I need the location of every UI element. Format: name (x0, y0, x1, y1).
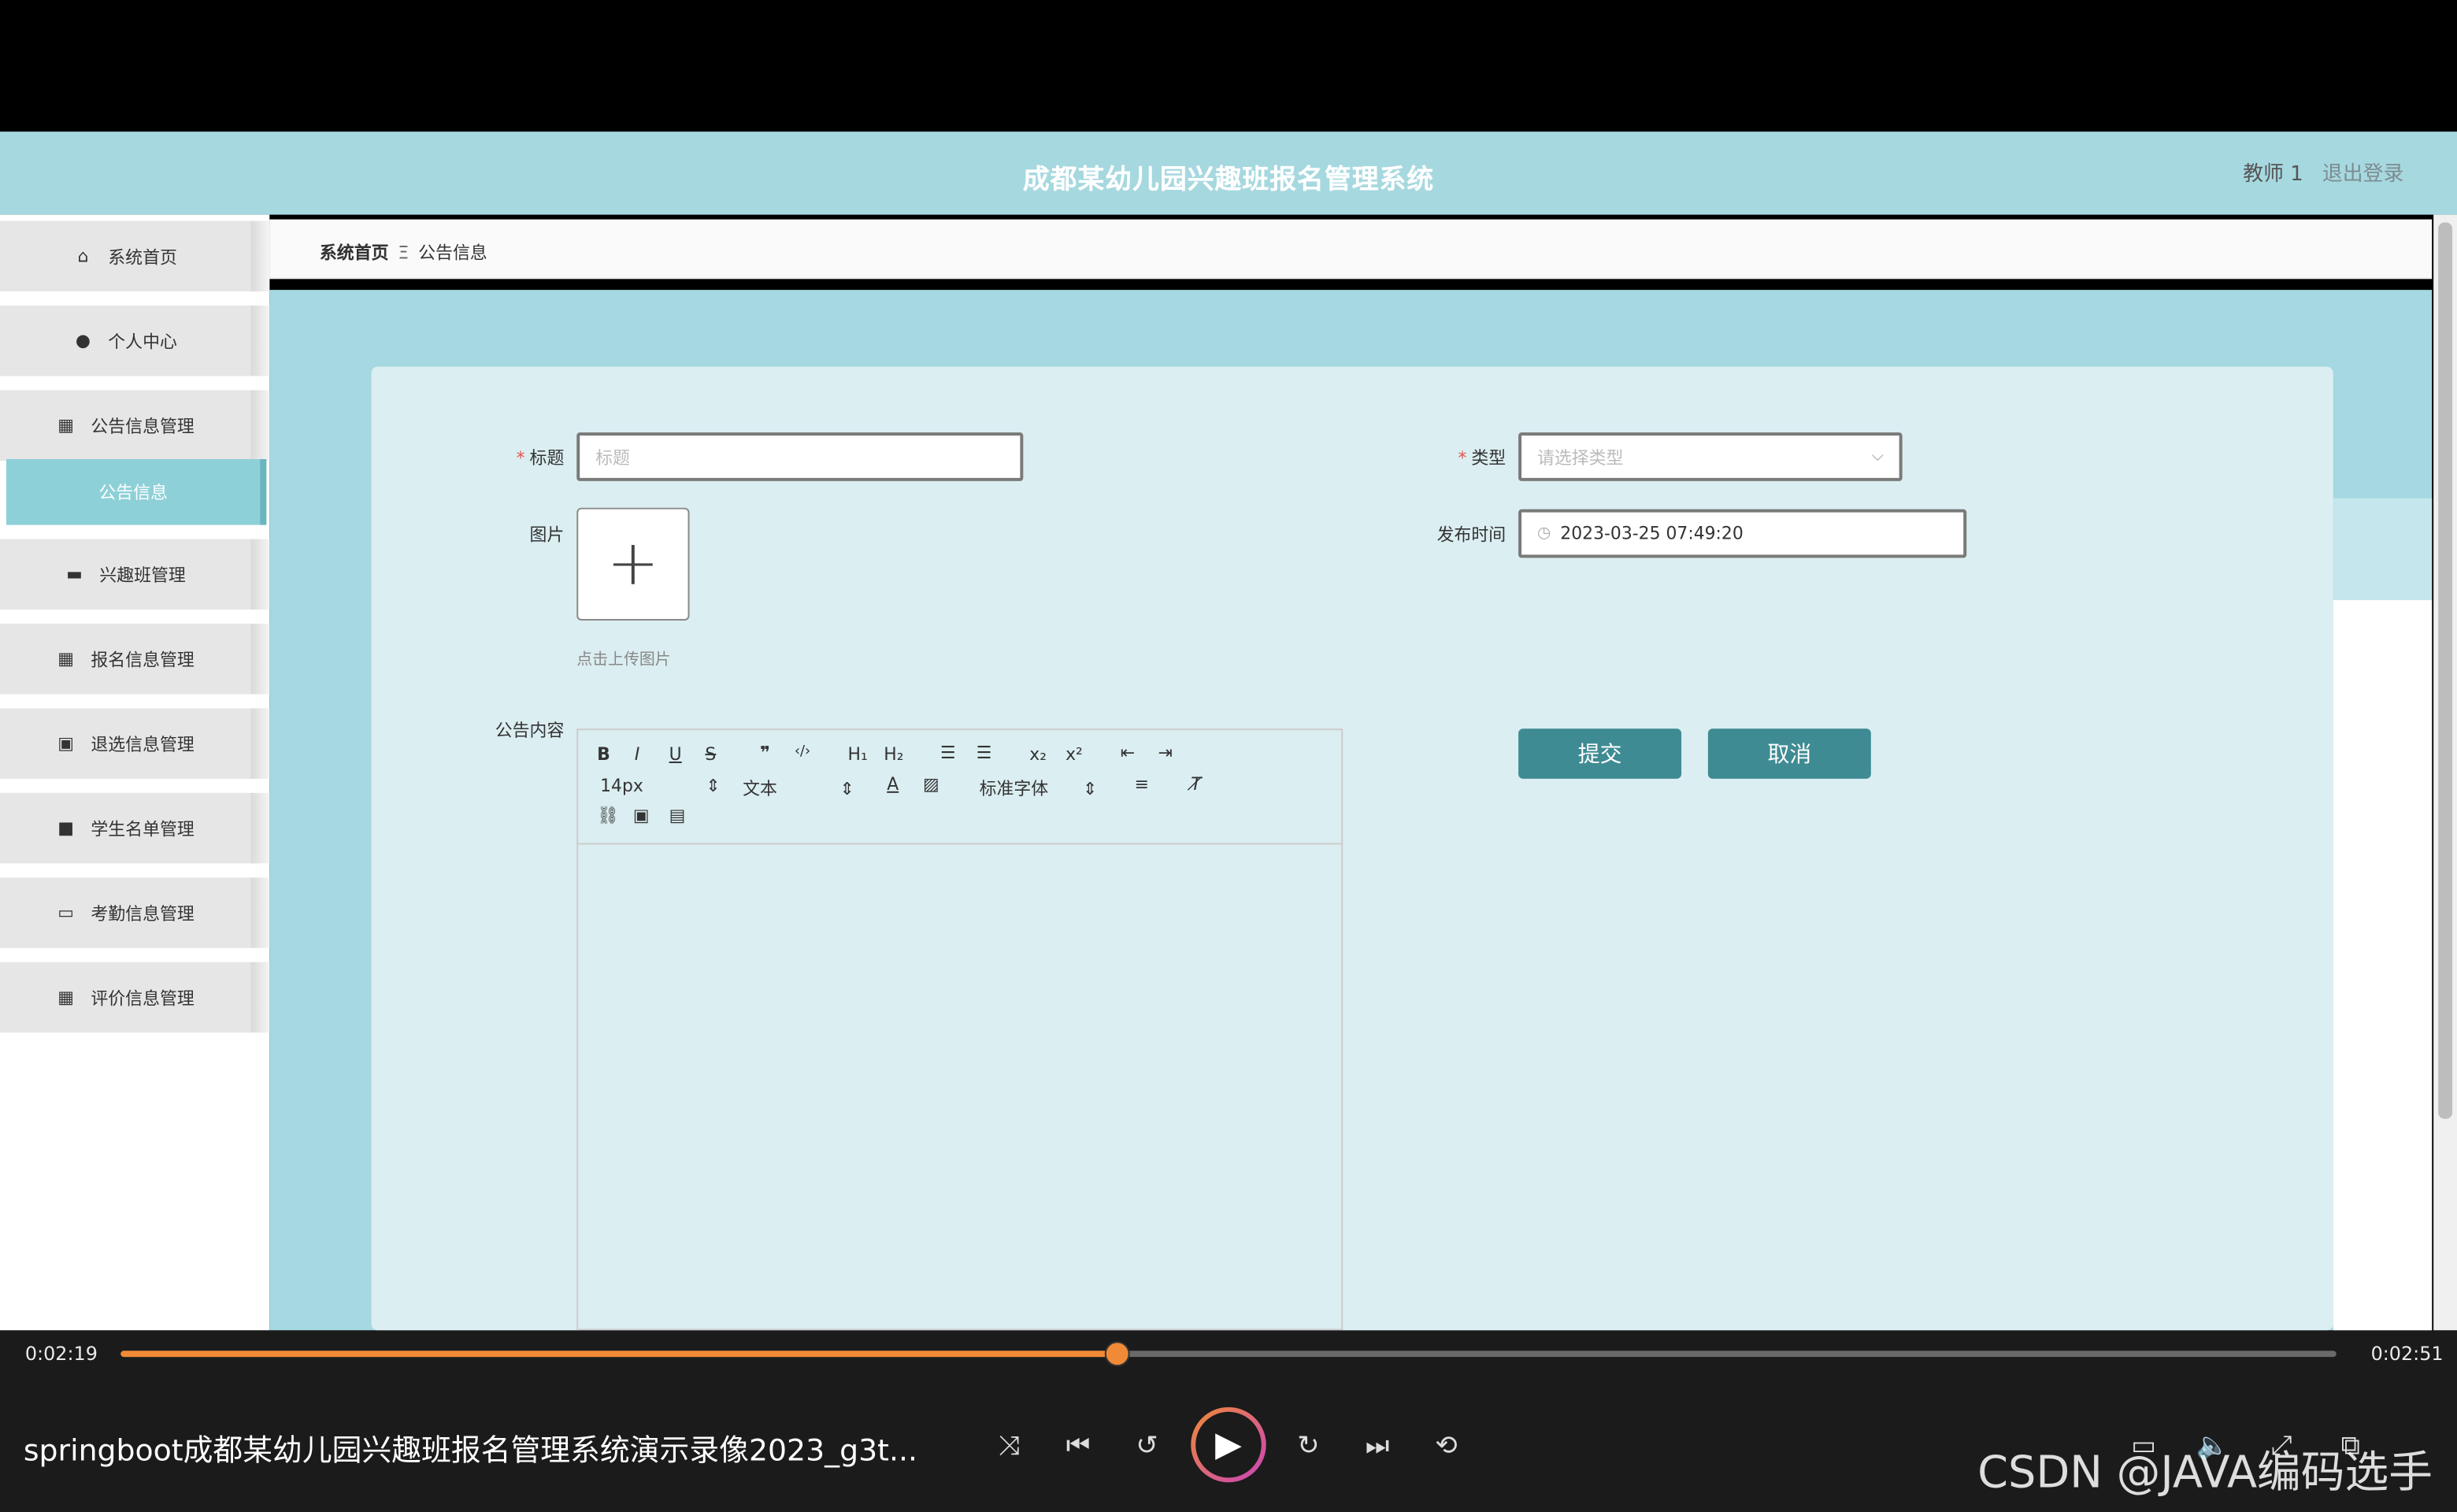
image-icon[interactable]: ▣ (633, 806, 650, 826)
sidebar-item-label: 兴趣班管理 (99, 565, 186, 586)
font-color-icon[interactable]: A (887, 774, 899, 795)
sidebar-item-signup-management[interactable]: ▦ 报名信息管理 (0, 623, 270, 695)
superscript-icon[interactable]: x² (1065, 744, 1083, 765)
rich-text-editor: B I U S ❞ ‹/› H₁ H₂ ☰ ☰ x₂ x² ⇤ ⇥ 14px ⇕ … (576, 728, 1343, 1331)
grid-icon: ▦ (57, 647, 74, 669)
cancel-button[interactable]: 取消 (1707, 728, 1871, 779)
sidebar-item-label: 考勤信息管理 (91, 903, 195, 924)
code-icon[interactable]: ‹/› (795, 744, 810, 760)
title-label: * 标题 (516, 448, 565, 469)
submit-button[interactable]: 提交 (1518, 728, 1682, 779)
sidebar: ⌂ 系统首页 ● 个人中心 ▦ 公告信息管理 公告信息 ▬ 兴趣班管理 ▦ 报名… (0, 214, 270, 1331)
align-icon[interactable]: ≡ (1135, 774, 1149, 795)
image-label: 图片 (529, 524, 565, 546)
publish-time-input[interactable]: ◷ 2023-03-25 07:49:20 (1518, 509, 1967, 558)
breadcrumb: 系统首页 Ξ 公告信息 (320, 239, 487, 265)
video-icon[interactable]: ▤ (669, 806, 686, 826)
subscript-icon[interactable]: x₂ (1029, 744, 1047, 765)
easel-icon: ▬ (66, 563, 83, 584)
sidebar-item-attendance[interactable]: ▭ 考勤信息管理 (0, 877, 270, 948)
video-title: springboot成都某幼儿园兴趣班报名管理系统演示录像2023_g3t... (23, 1433, 917, 1469)
heading1-icon[interactable]: H₁ (847, 744, 867, 765)
sidebar-item-class-management[interactable]: ▬ 兴趣班管理 (0, 539, 270, 610)
sidebar-item-label: 评价信息管理 (91, 988, 195, 1009)
clear-format-icon[interactable]: T̸ (1191, 774, 1201, 795)
outdent-icon[interactable]: ⇤ (1121, 743, 1135, 763)
monitor-icon: ▭ (57, 902, 74, 922)
plus-icon: + (606, 528, 660, 601)
home-icon: ⌂ (77, 245, 89, 266)
grid-icon: ▦ (57, 986, 74, 1007)
link-icon[interactable]: ⛓ (597, 806, 619, 826)
content-label: 公告内容 (495, 721, 565, 742)
sidebar-item-label: 报名信息管理 (91, 649, 195, 670)
indent-icon[interactable]: ⇥ (1158, 743, 1172, 763)
image-upload-button[interactable]: + (576, 507, 690, 621)
bullet-list-icon[interactable]: ☰ (976, 743, 992, 763)
user-name: 教师 1 (2243, 162, 2303, 187)
sidebar-subitem-notice[interactable]: 公告信息 (6, 459, 267, 525)
shuffle-icon[interactable]: ⤨ (989, 1426, 1030, 1467)
progress-fill (120, 1351, 1118, 1358)
scrollbar-thumb[interactable] (2438, 222, 2453, 1119)
total-time: 0:02:51 (2370, 1343, 2444, 1366)
font-family-select[interactable]: 标准字体 ⇕ (980, 776, 1098, 801)
sidebar-item-label: 学生名单管理 (91, 818, 195, 839)
grid-icon: ▦ (57, 414, 74, 435)
play-icon: ▶ (1215, 1425, 1242, 1465)
breadcrumb-current: 公告信息 (418, 243, 487, 264)
paragraph-select[interactable]: 文本 ⇕ (743, 776, 854, 801)
next-icon[interactable]: ⏭ (1357, 1426, 1398, 1467)
breadcrumb-bar (269, 219, 2433, 280)
rewind-10-icon[interactable]: ↺ (1127, 1426, 1168, 1467)
decorative-block (2333, 600, 2433, 1331)
title-input[interactable]: 标题 (576, 432, 1024, 481)
clipboard-icon: ▣ (57, 732, 74, 754)
italic-icon[interactable]: I (635, 744, 639, 765)
video-icon: ■ (57, 817, 74, 838)
repeat-off-icon[interactable]: ⟲ (1426, 1426, 1467, 1467)
sidebar-item-label: 个人中心 (108, 331, 177, 352)
sidebar-item-profile[interactable]: ● 个人中心 (0, 306, 270, 376)
sidebar-item-label: 系统首页 (108, 246, 177, 268)
clock-icon: ◷ (1536, 524, 1551, 543)
quote-icon[interactable]: ❞ (760, 743, 770, 763)
sidebar-item-label: 公告信息管理 (91, 416, 195, 437)
sidebar-item-label: 退选信息管理 (91, 734, 195, 755)
bold-icon[interactable]: B (597, 744, 610, 765)
publish-time-label: 发布时间 (1436, 524, 1506, 546)
ordered-list-icon[interactable]: ☰ (940, 743, 956, 763)
heading2-icon[interactable]: H₂ (884, 744, 903, 765)
background-color-icon[interactable]: ▨ (923, 774, 939, 795)
user-area: 教师 1 退出登录 (2230, 157, 2403, 187)
breadcrumb-home[interactable]: 系统首页 (320, 243, 389, 263)
user-icon: ● (75, 329, 91, 350)
underline-icon[interactable]: U (669, 744, 682, 765)
publish-time-value: 2023-03-25 07:49:20 (1560, 523, 1744, 544)
type-select[interactable]: 请选择类型 ⌵ (1518, 432, 1903, 481)
sidebar-item-student-list[interactable]: ■ 学生名单管理 (0, 792, 270, 864)
type-label: * 类型 (1458, 448, 1506, 469)
chevron-down-icon: ⌵ (1871, 448, 1884, 465)
app-title: 成都某幼儿园兴趣班报名管理系统 (1022, 164, 1435, 196)
previous-icon[interactable]: ⏮ (1058, 1426, 1099, 1467)
play-button[interactable]: ▶ (1191, 1406, 1266, 1483)
breadcrumb-separator: Ξ (398, 243, 410, 264)
editor-toolbar: B I U S ❞ ‹/› H₁ H₂ ☰ ☰ x₂ x² ⇤ ⇥ 14px ⇕ … (578, 730, 1342, 845)
logout-link[interactable]: 退出登录 (2322, 163, 2404, 187)
decorative-block (2333, 498, 2433, 601)
forward-30-icon[interactable]: ↻ (1288, 1426, 1329, 1467)
sidebar-item-notice-management[interactable]: ▦ 公告信息管理 (0, 390, 270, 461)
font-size-select[interactable]: 14px ⇕ (600, 776, 721, 796)
sidebar-item-evaluation[interactable]: ▦ 评价信息管理 (0, 962, 270, 1033)
strikethrough-icon[interactable]: S (705, 744, 716, 765)
upload-hint: 点击上传图片 (576, 651, 671, 669)
csdn-watermark: CSDN @JAVA编码选手 (1977, 1446, 2433, 1499)
type-select-placeholder: 请选择类型 (1536, 447, 1624, 468)
current-time: 0:02:19 (24, 1343, 98, 1366)
sidebar-item-withdraw-management[interactable]: ▣ 退选信息管理 (0, 708, 270, 779)
sidebar-item-home[interactable]: ⌂ 系统首页 (0, 220, 270, 292)
